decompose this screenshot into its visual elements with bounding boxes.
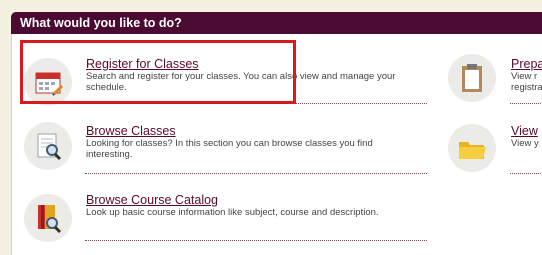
document-search-icon	[24, 122, 72, 170]
divider	[510, 103, 542, 104]
divider	[510, 173, 542, 174]
browse-classes-link[interactable]: Browse Classes	[86, 124, 176, 138]
browse-course-catalog-description: Look up basic course information like su…	[86, 207, 379, 218]
browse-classes-description: Looking for classes? In this section you…	[86, 138, 373, 160]
prepare-link[interactable]: Prepa	[511, 57, 542, 71]
section-header: What would you like to do?	[11, 12, 542, 34]
page: What would you like to do? Register for …	[0, 0, 542, 255]
view-description: View y	[511, 138, 539, 149]
divider	[85, 173, 427, 174]
view-link[interactable]: View	[511, 124, 538, 138]
highlight-box	[20, 40, 296, 104]
divider	[85, 240, 427, 241]
folder-icon	[448, 124, 496, 172]
clipboard-icon	[448, 54, 496, 102]
browse-course-catalog-link[interactable]: Browse Course Catalog	[86, 193, 218, 207]
book-search-icon	[24, 194, 72, 242]
prepare-description: View r registra	[511, 71, 542, 93]
